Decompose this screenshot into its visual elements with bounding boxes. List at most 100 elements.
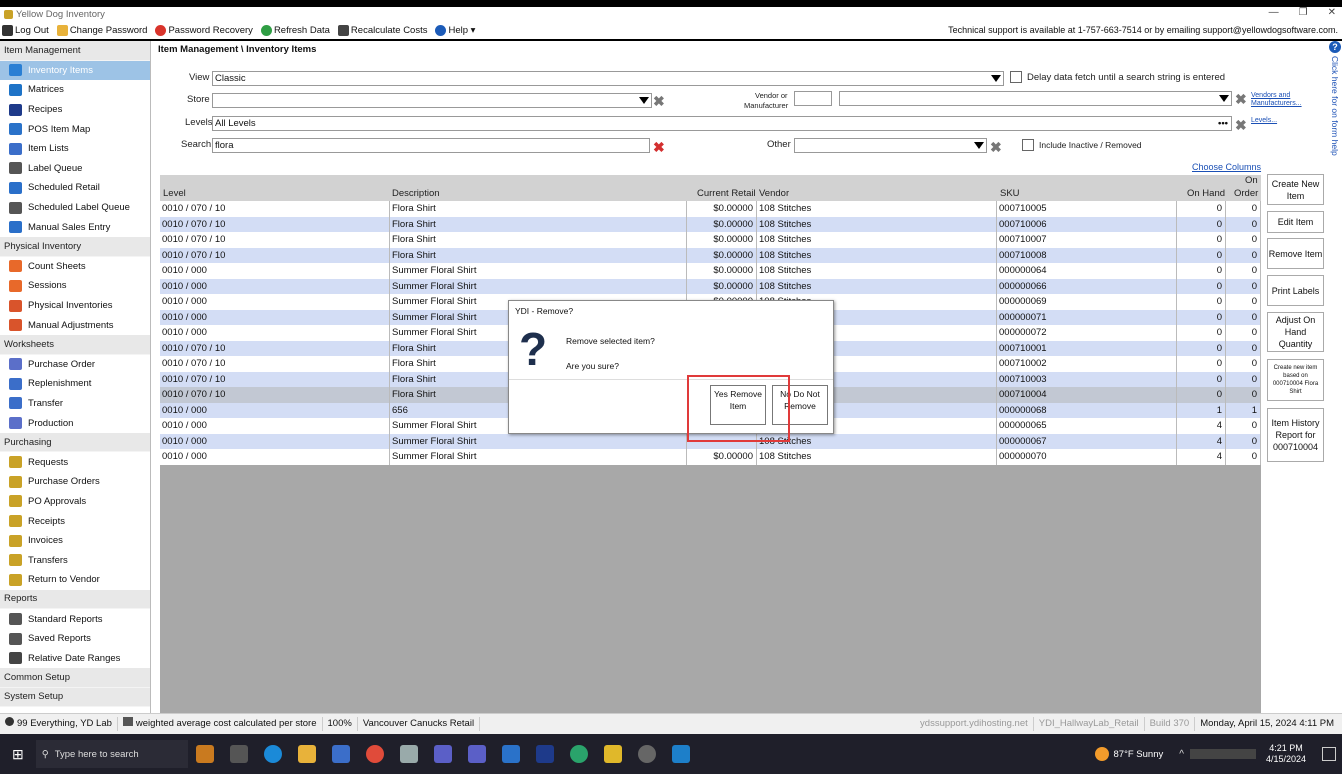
briefcase-icon[interactable] xyxy=(195,745,214,763)
col-current-retail[interactable]: Current Retail xyxy=(697,188,756,199)
form-help-strip[interactable]: ? Click here for on form help xyxy=(1328,41,1342,713)
sidebar-item-count-sheets[interactable]: Count Sheets xyxy=(0,257,150,277)
clear-other-icon[interactable]: ✖ xyxy=(990,140,1002,154)
vendor-code-input[interactable] xyxy=(794,91,832,106)
minimize-icon[interactable]: — xyxy=(1269,7,1279,18)
sidebar-item-matrices[interactable]: Matrices xyxy=(0,80,150,100)
sidebar-item-return-to-vendor[interactable]: Return to Vendor xyxy=(0,570,150,590)
taskbar-clock[interactable]: 4:21 PM 4/15/2024 xyxy=(1266,743,1306,765)
sidebar-item-requests[interactable]: Requests xyxy=(0,452,150,472)
col-on-hand[interactable]: On Hand xyxy=(1187,188,1225,199)
create-based-on-button[interactable]: Create new item based on 000710004 Flora… xyxy=(1267,359,1324,401)
print-labels-button[interactable]: Print Labels xyxy=(1267,275,1324,306)
sidebar-item-pos-item-map[interactable]: POS Item Map xyxy=(0,119,150,139)
create-new-item-button[interactable]: Create New Item xyxy=(1267,174,1324,205)
delay-fetch-checkbox[interactable] xyxy=(1010,71,1022,83)
notifications-icon[interactable] xyxy=(1322,747,1336,761)
col-on-order-line2[interactable]: Order xyxy=(1234,188,1258,199)
sidebar-item-transfer[interactable]: Transfer xyxy=(0,394,150,414)
table-row[interactable]: 0010 / 070 / 10 Flora Shirt $0.00000 108 St… xyxy=(160,201,1261,217)
form-help-link[interactable]: Click here for on form help xyxy=(1330,56,1340,156)
logout-button[interactable]: Log Out xyxy=(2,25,49,36)
col-sku[interactable]: SKU xyxy=(1000,188,1020,199)
sidebar-section-common-setup[interactable]: Common Setup xyxy=(0,668,150,688)
vendors-link-line1[interactable]: Vendors and xyxy=(1251,92,1290,100)
sidebar-item-replenishment[interactable]: Replenishment xyxy=(0,374,150,394)
sidebar-item-purchase-orders[interactable]: Purchase Orders xyxy=(0,472,150,492)
sidebar-item-inventory-items[interactable]: Inventory Items xyxy=(0,60,150,81)
table-row[interactable]: 0010 / 070 / 10 Flora Shirt $0.00000 108 St… xyxy=(160,232,1261,248)
adjust-on-hand-button[interactable]: Adjust On Hand Quantity xyxy=(1267,312,1324,352)
sidebar-item-transfers[interactable]: Transfers xyxy=(0,550,150,570)
sidebar-item-physical-inventories[interactable]: Physical Inventories xyxy=(0,296,150,316)
sidebar-item-recipes[interactable]: Recipes xyxy=(0,100,150,120)
choose-columns-link[interactable]: Choose Columns xyxy=(1192,162,1261,172)
sidebar-item-scheduled-label-queue[interactable]: Scheduled Label Queue xyxy=(0,198,150,218)
yellow-dog-icon[interactable] xyxy=(603,745,622,763)
help-icon[interactable]: ? xyxy=(1329,41,1341,53)
sidebar-item-relative-date-ranges[interactable]: Relative Date Ranges xyxy=(0,648,150,668)
col-description[interactable]: Description xyxy=(392,188,440,199)
sidebar-item-standard-reports[interactable]: Standard Reports xyxy=(0,609,150,629)
sidebar-item-sessions[interactable]: Sessions xyxy=(0,276,150,296)
edit-item-button[interactable]: Edit Item xyxy=(1267,211,1324,233)
store-icon[interactable] xyxy=(331,745,350,763)
close-icon[interactable]: ✕ xyxy=(1328,7,1336,18)
sidebar-item-receipts[interactable]: Receipts xyxy=(0,511,150,531)
remove-item-button[interactable]: Remove Item xyxy=(1267,238,1324,269)
edge-icon[interactable] xyxy=(263,745,282,763)
clear-levels-icon[interactable]: ✖ xyxy=(1235,118,1247,132)
search-input[interactable]: flora xyxy=(212,138,650,153)
table-row[interactable]: 0010 / 000Summer Floral Shirt$0.00000108… xyxy=(160,449,1261,465)
table-row[interactable]: 0010 / 070 / 10 Flora Shirt $0.00000 108 St… xyxy=(160,247,1261,263)
webex-icon[interactable] xyxy=(535,745,554,763)
weather-text[interactable]: 87°F Sunny xyxy=(1114,749,1164,760)
clear-search-icon[interactable]: ✖ xyxy=(653,140,665,154)
settings-icon[interactable] xyxy=(637,745,656,763)
more-icon[interactable]: ••• xyxy=(1218,117,1228,130)
windows-start-icon[interactable]: ⊞ xyxy=(12,746,24,763)
table-row[interactable]: 0010 / 000Summer Floral Shirt$0.00000108… xyxy=(160,278,1261,294)
sidebar-item-po-approvals[interactable]: PO Approvals xyxy=(0,492,150,512)
app-icon[interactable] xyxy=(399,745,418,763)
item-history-report-button[interactable]: Item History Report for 000710004 xyxy=(1267,408,1324,462)
sidebar-section-worksheets[interactable]: Worksheets xyxy=(0,334,150,355)
sidebar-item-manual-adjustments[interactable]: Manual Adjustments xyxy=(0,315,150,335)
vendor-select[interactable] xyxy=(839,91,1232,106)
chrome-icon[interactable] xyxy=(365,745,384,763)
refresh-data-button[interactable]: Refresh Data xyxy=(260,25,330,36)
tray-chevron-icon[interactable]: ^ xyxy=(1179,749,1184,760)
sidebar-section-physical-inventory[interactable]: Physical Inventory xyxy=(0,236,150,257)
clear-vendor-icon[interactable]: ✖ xyxy=(1235,92,1247,106)
table-row[interactable]: 0010 / 070 / 10 Flora Shirt $0.00000 108 St… xyxy=(160,216,1261,232)
clear-store-icon[interactable]: ✖ xyxy=(653,94,665,108)
taskbar-search[interactable]: ⚲ Type here to search xyxy=(35,740,188,768)
chrome-canary-icon[interactable] xyxy=(569,745,588,763)
other-select[interactable] xyxy=(794,138,987,153)
sidebar-item-purchase-order[interactable]: Purchase Order xyxy=(0,355,150,375)
sidebar-item-label-queue[interactable]: Label Queue xyxy=(0,159,150,179)
sidebar-section-purchasing[interactable]: Purchasing xyxy=(0,432,150,453)
include-inactive-checkbox[interactable] xyxy=(1022,139,1034,151)
change-password-button[interactable]: Change Password xyxy=(56,25,147,36)
sidebar-section-system-setup[interactable]: System Setup xyxy=(0,687,150,708)
teams-icon[interactable] xyxy=(433,745,452,763)
col-on-order-line1[interactable]: On xyxy=(1245,175,1258,186)
outlook-icon[interactable] xyxy=(501,745,520,763)
file-explorer-icon[interactable] xyxy=(297,745,316,763)
teams-work-icon[interactable] xyxy=(467,745,486,763)
sidebar-section-reports[interactable]: Reports xyxy=(0,589,150,610)
store-select[interactable] xyxy=(212,93,652,108)
sidebar-item-scheduled-retail[interactable]: Scheduled Retail xyxy=(0,178,150,198)
tray-icons[interactable] xyxy=(1189,749,1256,759)
maximize-icon[interactable]: ❐ xyxy=(1299,7,1308,18)
col-vendor[interactable]: Vendor xyxy=(759,188,789,199)
col-level[interactable]: Level xyxy=(163,188,186,199)
inventory-grid[interactable]: Level Description Current Retail Vendor … xyxy=(160,175,1261,713)
sidebar-item-saved-reports[interactable]: Saved Reports xyxy=(0,629,150,649)
remote-desktop-icon[interactable] xyxy=(671,745,690,763)
task-view-icon[interactable] xyxy=(229,745,248,763)
view-select[interactable]: Classic xyxy=(212,71,1004,86)
levels-field[interactable]: All Levels ••• xyxy=(212,116,1232,131)
table-row[interactable]: 0010 / 000Summer Floral Shirt$0.00000108… xyxy=(160,263,1261,279)
